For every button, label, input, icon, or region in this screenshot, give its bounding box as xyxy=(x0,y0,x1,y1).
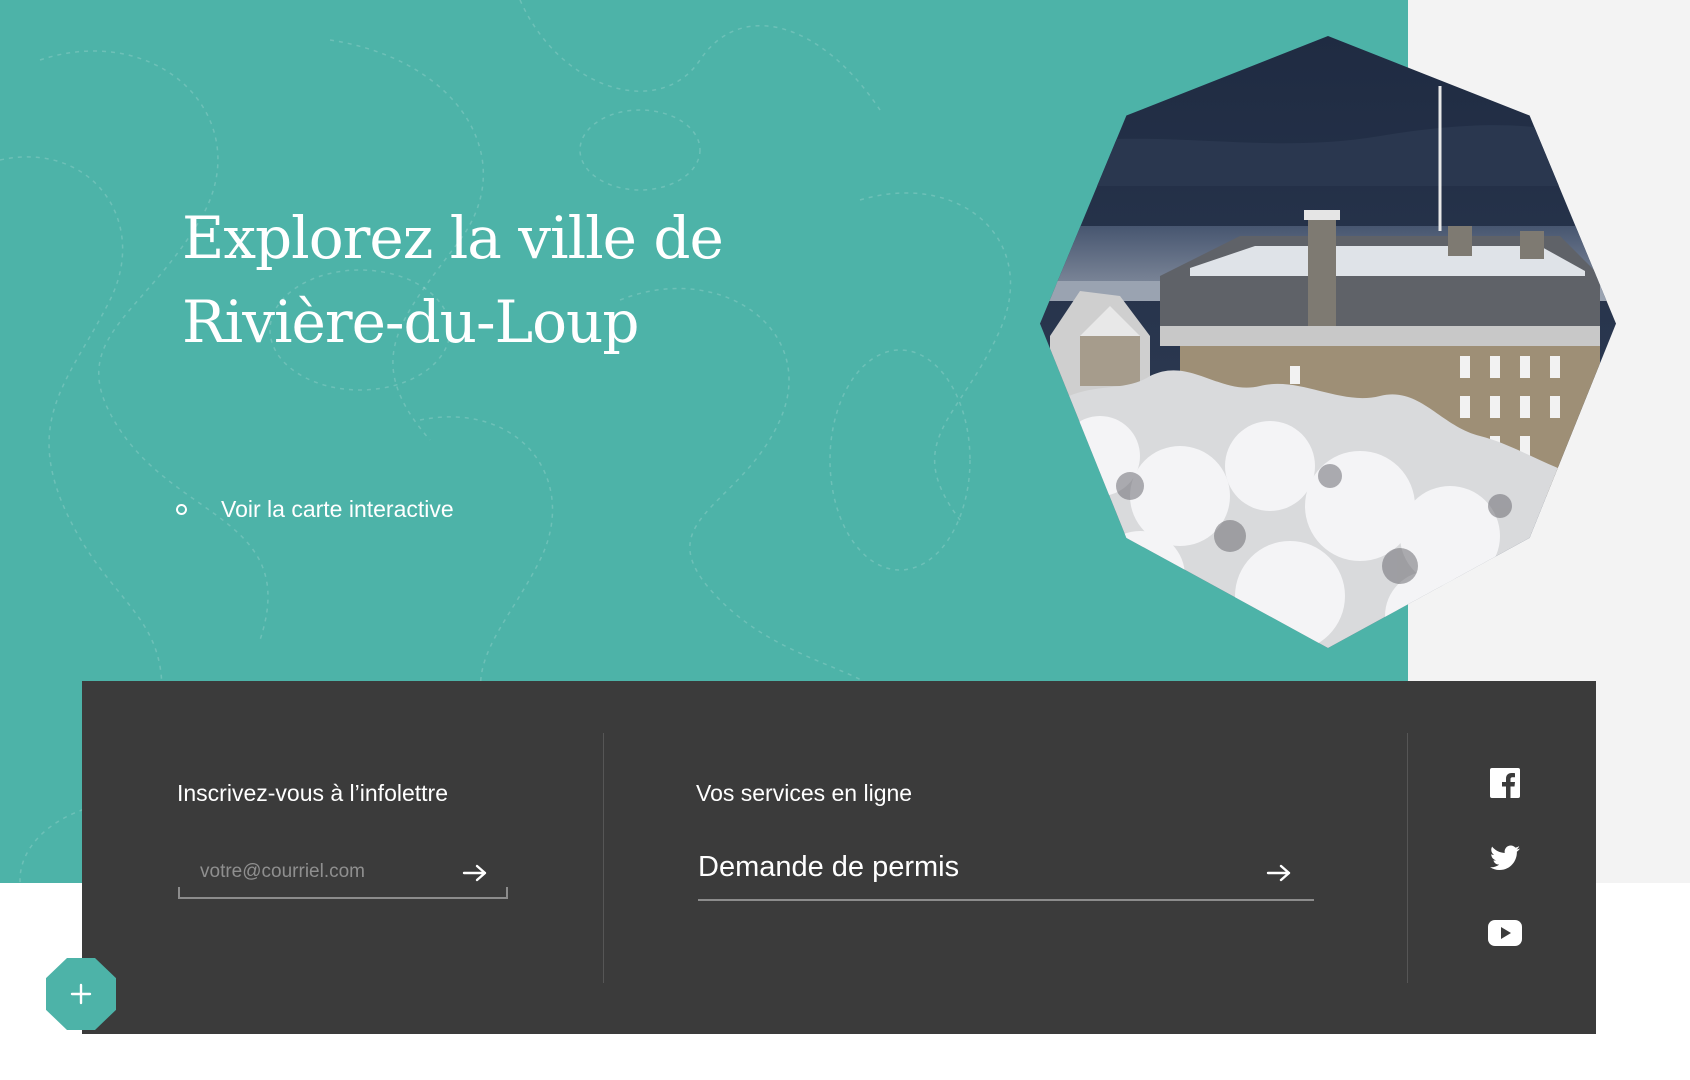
facebook-icon xyxy=(1490,768,1520,798)
column-divider xyxy=(1407,733,1408,983)
footer-band: Inscrivez-vous à l’infolettre Vos servic… xyxy=(82,681,1596,1034)
interactive-map-link[interactable]: Voir la carte interactive xyxy=(176,496,454,523)
youtube-icon xyxy=(1488,920,1522,946)
twitter-link[interactable] xyxy=(1488,841,1522,875)
arrow-right-icon xyxy=(1266,864,1291,882)
plus-icon xyxy=(70,983,92,1005)
newsletter-submit-button[interactable] xyxy=(462,863,488,886)
arrow-right-icon xyxy=(462,864,487,882)
email-field[interactable] xyxy=(200,851,450,893)
newsletter-field xyxy=(178,851,508,899)
page-title: Explorez la ville de Rivière-du-Loup xyxy=(182,196,902,364)
circle-bullet-icon xyxy=(176,504,187,515)
services-dropdown[interactable]: Demande de permis xyxy=(698,851,1314,901)
services-go-button[interactable] xyxy=(1266,863,1292,886)
twitter-icon xyxy=(1490,845,1520,870)
services-title: Vos services en ligne xyxy=(696,780,913,806)
youtube-link[interactable] xyxy=(1488,916,1522,950)
facebook-link[interactable] xyxy=(1488,766,1522,800)
title-line-2: Rivière-du-Loup xyxy=(182,288,640,356)
expand-button[interactable] xyxy=(46,958,116,1030)
services-selected-value: Demande de permis xyxy=(698,851,960,883)
map-link-label: Voir la carte interactive xyxy=(221,496,454,522)
column-divider xyxy=(603,733,604,983)
newsletter-title: Inscrivez-vous à l’infolettre xyxy=(177,780,448,806)
title-line-1: Explorez la ville de xyxy=(182,204,724,272)
